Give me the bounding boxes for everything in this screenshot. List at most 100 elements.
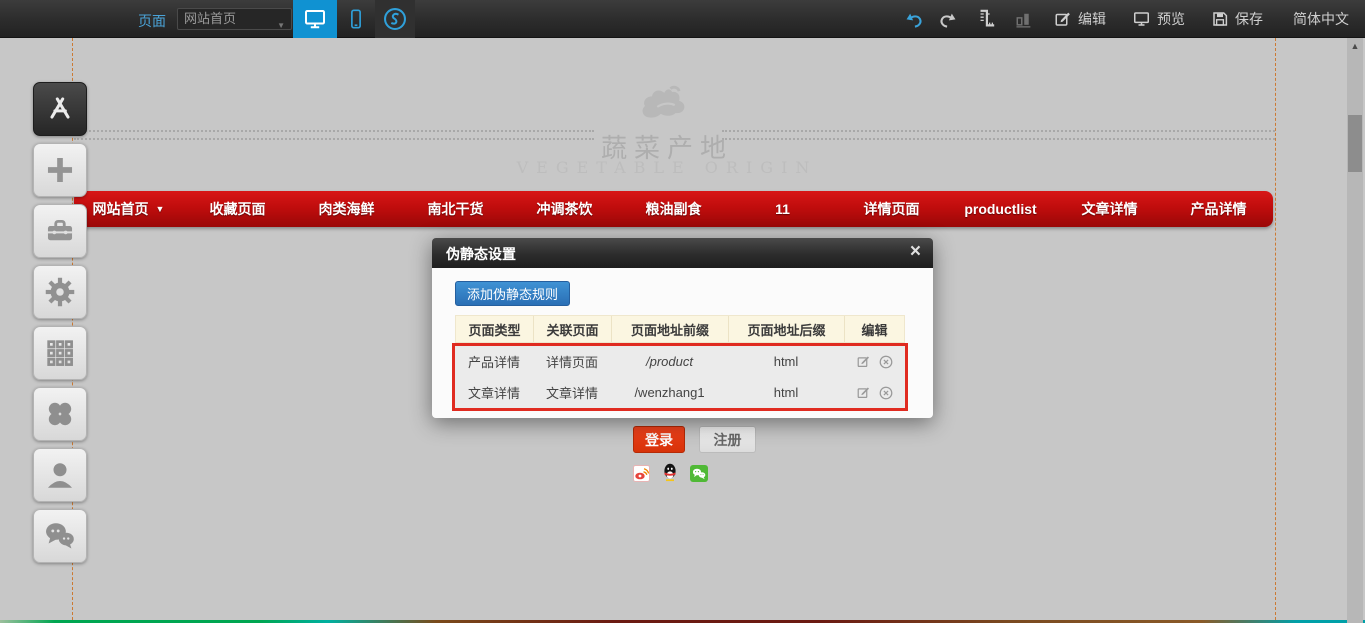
cell-url-suffix: html [728,354,844,369]
login-button[interactable]: 登录 [633,426,685,453]
edit-label: 编辑 [1078,9,1106,29]
toolbox-icon [43,214,77,248]
qq-icon[interactable] [661,462,679,487]
pseudo-static-settings-dialog: 伪静态设置 × 添加伪静态规则 页面类型 关联页面 页面地址前缀 页面地址后缀 … [432,238,933,418]
site-navbar: 网站首页 ▼ 收藏页面 肉类海鲜 南北干货 冲调茶饮 粮油副食 11 详情页面 … [74,191,1273,227]
nav-item[interactable]: productlist [946,191,1055,227]
monitor-icon [303,7,327,31]
chevron-down-icon: ▼ [156,204,165,214]
nav-item[interactable]: 11 [728,191,837,227]
sidebar-item-design[interactable] [33,82,87,136]
nav-item[interactable]: 南北干货 [401,191,510,227]
redo-button[interactable] [938,11,958,28]
cell-linked-page: 文章详情 [533,383,611,402]
ruler-button[interactable] [976,8,996,30]
grid-icon [43,336,77,370]
cell-url-suffix: html [728,385,844,400]
nav-item-label: 网站首页 [93,199,149,219]
scrollbar[interactable]: ▲ [1347,38,1363,623]
preview-button[interactable]: 预览 [1132,9,1185,29]
page-select-value: 网站首页 [184,11,236,26]
add-rule-button[interactable]: 添加伪静态规则 [455,281,570,306]
cell-page-type: 文章详情 [455,383,533,402]
nav-item-home[interactable]: 网站首页 ▼ [74,191,183,227]
weibo-icon[interactable] [633,465,650,487]
save-label: 保存 [1235,9,1263,29]
nav-item[interactable]: 冲调茶饮 [510,191,619,227]
person-icon [43,458,77,492]
swirl-icon [382,6,408,32]
sidebar-item-apps[interactable] [33,387,87,441]
ruler-icon [976,8,996,30]
gear-icon [42,274,78,310]
save-floppy-icon [1211,10,1229,28]
cell-linked-page: 详情页面 [533,352,611,371]
row-delete-icon[interactable] [879,355,893,369]
undo-icon [904,11,924,28]
clover-icon [43,397,77,431]
cell-page-type: 产品详情 [455,352,533,371]
sidebar-item-modules-grid[interactable] [33,326,87,380]
animation-mode-button[interactable] [375,0,415,38]
nav-item[interactable]: 产品详情 [1164,191,1273,227]
nav-item[interactable]: 粮油副食 [619,191,728,227]
sidebar-item-settings[interactable] [33,265,87,319]
edit-pencil-icon [1054,10,1072,28]
close-icon[interactable]: × [910,241,921,263]
undo-button[interactable] [904,11,924,28]
cell-url-prefix: /wenzhang1 [611,385,728,400]
save-button[interactable]: 保存 [1211,9,1263,29]
language-label: 简体中文 [1293,9,1349,29]
mobile-view-button[interactable] [339,0,373,38]
col-header-url-suffix: 页面地址后缀 [729,316,845,342]
sidebar-item-toolbox[interactable] [33,204,87,258]
dialog-header[interactable]: 伪静态设置 × [432,238,933,268]
columns-button[interactable] [1014,9,1032,30]
row-edit-icon[interactable] [857,386,870,399]
sidebar-item-chat[interactable] [33,509,87,563]
site-logo-subtitle: VEGETABLE ORIGIN [480,158,854,177]
logo-dotted-divider [74,130,594,132]
plus-icon [43,153,77,187]
page-select[interactable]: 网站首页 ▼ [177,8,292,30]
table-row: 文章详情 文章详情 /wenzhang1 html [455,377,905,408]
nav-item[interactable]: 文章详情 [1055,191,1164,227]
col-header-url-prefix: 页面地址前缀 [612,316,729,342]
preview-label: 预览 [1157,9,1185,29]
language-switcher[interactable]: 简体中文 [1293,9,1349,29]
rules-table-highlight: 产品详情 详情页面 /product html 文章详情 文章详情 /wenzh… [452,343,908,411]
rules-table-header: 页面类型 关联页面 页面地址前缀 页面地址后缀 编辑 [455,315,905,343]
dialog-title: 伪静态设置 [446,244,516,264]
logo-dotted-divider [74,138,594,140]
layout-guide-right [1275,38,1276,620]
redo-icon [938,11,958,28]
nav-item[interactable]: 详情页面 [837,191,946,227]
scrollbar-thumb[interactable] [1348,115,1362,172]
bar-columns-icon [1014,9,1032,30]
col-header-page-type: 页面类型 [456,316,534,342]
dialog-body: 添加伪静态规则 页面类型 关联页面 页面地址前缀 页面地址后缀 编辑 产品详情 … [432,268,933,418]
table-row: 产品详情 详情页面 /product html [455,346,905,377]
preview-monitor-icon [1132,10,1151,28]
page-label: 页面 [138,11,166,31]
chat-bubbles-icon [42,518,78,554]
site-logo-icon [638,84,694,133]
phone-icon [345,7,367,31]
col-header-actions: 编辑 [845,316,904,342]
row-delete-icon[interactable] [879,386,893,400]
col-header-linked-page: 关联页面 [534,316,612,342]
nav-item[interactable]: 收藏页面 [183,191,292,227]
scrollbar-up-icon[interactable]: ▲ [1347,41,1363,51]
nav-item[interactable]: 肉类海鲜 [292,191,401,227]
cell-url-prefix: /product [611,354,728,369]
register-button[interactable]: 注册 [699,426,756,453]
edit-button[interactable]: 编辑 [1054,9,1106,29]
editor-toolbar: 页面 网站首页 ▼ [0,0,1365,38]
appstore-icon [44,93,76,125]
sidebar-item-add-module[interactable] [33,143,87,197]
row-edit-icon[interactable] [857,355,870,368]
chevron-down-icon: ▼ [277,16,285,36]
desktop-view-button[interactable] [293,0,337,38]
sidebar-item-member[interactable] [33,448,87,502]
wechat-icon[interactable] [690,465,708,487]
